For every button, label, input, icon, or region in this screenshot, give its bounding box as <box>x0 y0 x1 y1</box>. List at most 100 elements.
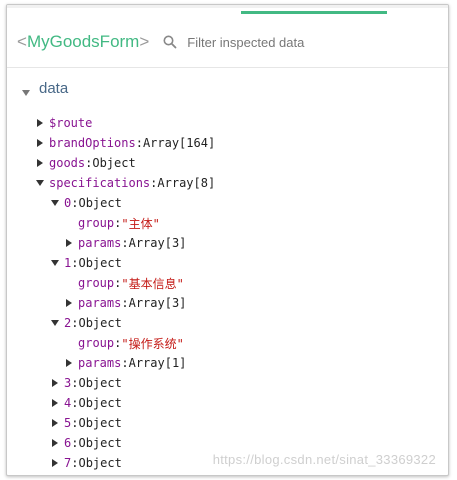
tree-key: brandOptions <box>49 136 136 150</box>
tree-key: $route <box>49 116 93 130</box>
tree-separator: : <box>114 276 122 290</box>
tree-key: 5 <box>64 416 72 430</box>
top-bar <box>7 5 448 8</box>
tree-row[interactable]: 1: Object <box>50 253 122 273</box>
tree-row[interactable]: 2: Object <box>50 313 122 333</box>
tree-row: group: "主体" <box>64 213 160 233</box>
tree-row[interactable]: 0: Object <box>50 193 122 213</box>
tree-key: group <box>78 336 115 350</box>
tree-separator: : <box>85 156 93 170</box>
caret-down-icon[interactable] <box>50 318 64 328</box>
section-label: data <box>39 79 69 97</box>
tree-value: Object <box>78 376 122 390</box>
tree-value: "主体" <box>121 216 160 231</box>
caret-right-icon[interactable] <box>50 458 64 468</box>
tree-value: Object <box>92 156 136 170</box>
component-name-label: MyGoodsForm <box>26 32 140 51</box>
component-close-bracket: > <box>139 32 150 51</box>
caret-down-icon[interactable] <box>50 198 64 208</box>
tree-row[interactable]: $route <box>35 113 92 133</box>
tree-row: group: "基本信息" <box>64 273 184 293</box>
tree-separator: : <box>71 316 79 330</box>
tree-row[interactable]: params: Array[1] <box>64 353 186 373</box>
filter-search <box>161 33 388 51</box>
watermark: https://blog.csdn.net/sinat_33369322 <box>212 452 436 467</box>
caret-right-icon[interactable] <box>50 438 64 448</box>
caret-right-icon[interactable] <box>50 378 64 388</box>
tree-row[interactable]: brandOptions: Array[164] <box>35 133 215 153</box>
tree-value: Array[3] <box>128 236 187 250</box>
tree-separator: : <box>114 216 122 230</box>
tree-row[interactable]: params: Array[3] <box>64 293 186 313</box>
tree-key: specifications <box>49 176 151 190</box>
tree-row[interactable]: specifications: Array[8] <box>35 173 215 193</box>
caret-down-icon[interactable] <box>21 83 31 96</box>
tree-key: group <box>78 276 115 290</box>
caret-right-icon[interactable] <box>50 418 64 428</box>
tree-separator: : <box>71 396 79 410</box>
tree-key: 4 <box>64 396 72 410</box>
tree-value: Object <box>78 416 122 430</box>
tree-row[interactable]: params: Array[3] <box>64 233 186 253</box>
tree-row[interactable]: 7: Object <box>50 453 122 473</box>
tree-value: Object <box>78 196 122 210</box>
tree-value: "基本信息" <box>121 276 184 291</box>
inspector-header: <MyGoodsForm> <box>7 17 448 68</box>
devtools-panel: <MyGoodsForm> data $route brandOptions: A… <box>6 4 449 476</box>
tree-separator: : <box>71 196 79 210</box>
caret-down-icon[interactable] <box>35 178 49 188</box>
search-icon <box>161 33 179 51</box>
tree-separator: : <box>121 356 129 370</box>
tree-separator: : <box>71 416 79 430</box>
tree-value: Object <box>78 256 122 270</box>
tree-separator: : <box>121 236 129 250</box>
tree-separator: : <box>114 336 122 350</box>
tree-separator: : <box>71 256 79 270</box>
tree-separator: : <box>121 296 129 310</box>
tree-value: Array[1] <box>128 356 187 370</box>
tree-key: group <box>78 216 115 230</box>
tree-value: Object <box>78 316 122 330</box>
active-tab-indicator <box>241 11 387 14</box>
caret-right-icon[interactable] <box>64 298 78 308</box>
tree-key: 3 <box>64 376 72 390</box>
tree-key: goods <box>49 156 86 170</box>
tree-separator: : <box>71 376 79 390</box>
tree-separator: : <box>71 436 79 450</box>
caret-right-icon[interactable] <box>64 358 78 368</box>
caret-right-icon[interactable] <box>64 238 78 248</box>
tree-key: 1 <box>64 256 72 270</box>
caret-right-icon[interactable] <box>50 398 64 408</box>
tree-separator: : <box>135 136 143 150</box>
tree-separator: : <box>150 176 158 190</box>
section-data[interactable]: data <box>21 77 68 99</box>
filter-input[interactable] <box>187 34 388 50</box>
tree-row: group: "操作系统" <box>64 333 184 353</box>
tree-row[interactable]: 5: Object <box>50 413 122 433</box>
tree-value: Array[3] <box>128 296 187 310</box>
tree-value: Array[8] <box>157 176 216 190</box>
tree-value: Object <box>78 456 122 470</box>
caret-down-icon[interactable] <box>50 258 64 268</box>
component-name: <MyGoodsForm> <box>17 32 149 52</box>
tree-row[interactable]: 4: Object <box>50 393 122 413</box>
tree-row[interactable]: 6: Object <box>50 433 122 453</box>
tree-separator: : <box>71 456 79 470</box>
tree-key: params <box>78 236 122 250</box>
caret-right-icon[interactable] <box>35 138 49 148</box>
tree-key: 2 <box>64 316 72 330</box>
tree-row[interactable]: goods: Object <box>35 153 136 173</box>
caret-right-icon[interactable] <box>35 158 49 168</box>
tree-value: Array[164] <box>142 136 216 150</box>
tree-key: 6 <box>64 436 72 450</box>
tree-key: 7 <box>64 456 72 470</box>
component-open-bracket: < <box>17 32 27 51</box>
tree-key: 0 <box>64 196 72 210</box>
tree-row[interactable]: 3: Object <box>50 373 122 393</box>
tree-value: Object <box>78 396 122 410</box>
tree-key: params <box>78 356 122 370</box>
tree-value: "操作系统" <box>121 336 184 351</box>
tree-key: params <box>78 296 122 310</box>
tree-value: Object <box>78 436 122 450</box>
caret-right-icon[interactable] <box>35 118 49 128</box>
